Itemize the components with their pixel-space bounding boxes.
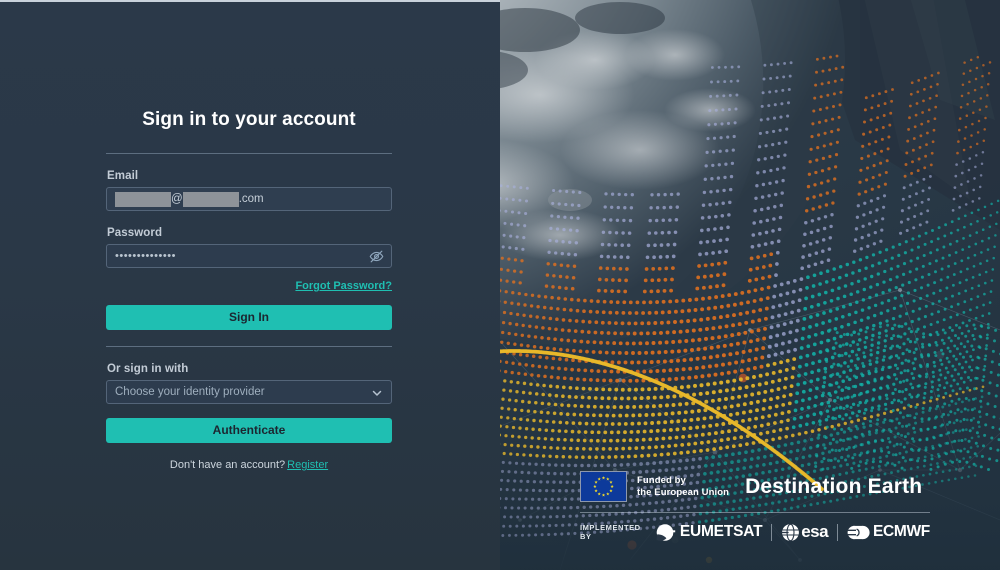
product-name: Destination Earth [745,474,923,498]
login-page: Sign in to your account Email @ .com Pas… [0,0,1000,570]
eumetsat-logo-text: EUMETSAT [679,523,763,540]
eumetsat-logo: EUMETSAT [654,523,763,542]
hero-panel: Funded by the European Union Destination… [500,0,1000,570]
ecmwf-logo-icon [847,525,870,539]
sign-in-button[interactable]: Sign In [106,305,392,330]
register-prompt: Don't have an account? [169,459,286,471]
register-link[interactable]: Register [287,459,328,471]
password-input[interactable]: •••••••••••••• [106,244,392,268]
page-title: Sign in to your account [142,109,356,130]
eu-flag-icon [580,471,627,502]
eye-slash-icon[interactable] [367,247,385,265]
implemented-by-row: IMPLEMENTED BY EUMETSAT esa ECMWF [580,522,930,542]
footer-divider [580,512,930,513]
register-row: Don't have an account? Register [106,459,392,471]
email-at-symbol: @ [171,192,183,205]
ecmwf-logo-text: ECMWF [872,523,930,540]
eu-funding-text: Funded by the European Union [637,475,729,498]
password-label: Password [107,227,163,239]
email-label: Email [107,170,139,182]
ecmwf-logo: ECMWF [847,523,930,542]
login-panel: Sign in to your account Email @ .com Pas… [0,0,500,570]
authenticate-button[interactable]: Authenticate [106,418,392,443]
implemented-by-label: IMPLEMENTED BY [580,523,641,541]
sso-divider [106,346,392,347]
forgot-password-row: Forgot Password? [106,276,392,294]
email-value: @ .com [115,191,264,207]
eu-funding-line-2: the European Union [637,486,730,498]
title-divider [106,153,392,154]
eumetsat-logo-icon [656,523,676,541]
identity-provider-select[interactable]: Choose your identity provider [106,380,392,404]
esa-logo: esa [781,522,829,542]
brand-row: Funded by the European Union Destination… [580,471,930,502]
window-top-edge [0,0,500,2]
chevron-down-icon [371,386,383,398]
email-input[interactable]: @ .com [106,187,392,211]
password-masked-value: •••••••••••••• [115,249,176,262]
email-tld: .com [238,192,264,205]
forgot-password-link[interactable]: Forgot Password? [295,280,392,292]
redaction-block-domain [182,191,239,207]
esa-logo-text: esa [801,522,829,541]
branding-footer: Funded by the European Union Destination… [580,471,930,542]
logo-separator-2 [837,523,838,541]
identity-provider-selected-value: Choose your identity provider [115,386,265,398]
eu-funding-line-1: Funded by [637,475,686,486]
login-form: Sign in to your account Email @ .com Pas… [106,108,392,471]
or-sign-in-with-label: Or sign in with [107,363,189,375]
logo-separator-1 [771,523,773,541]
redaction-block-local [115,191,171,207]
esa-logo-icon [781,523,800,541]
